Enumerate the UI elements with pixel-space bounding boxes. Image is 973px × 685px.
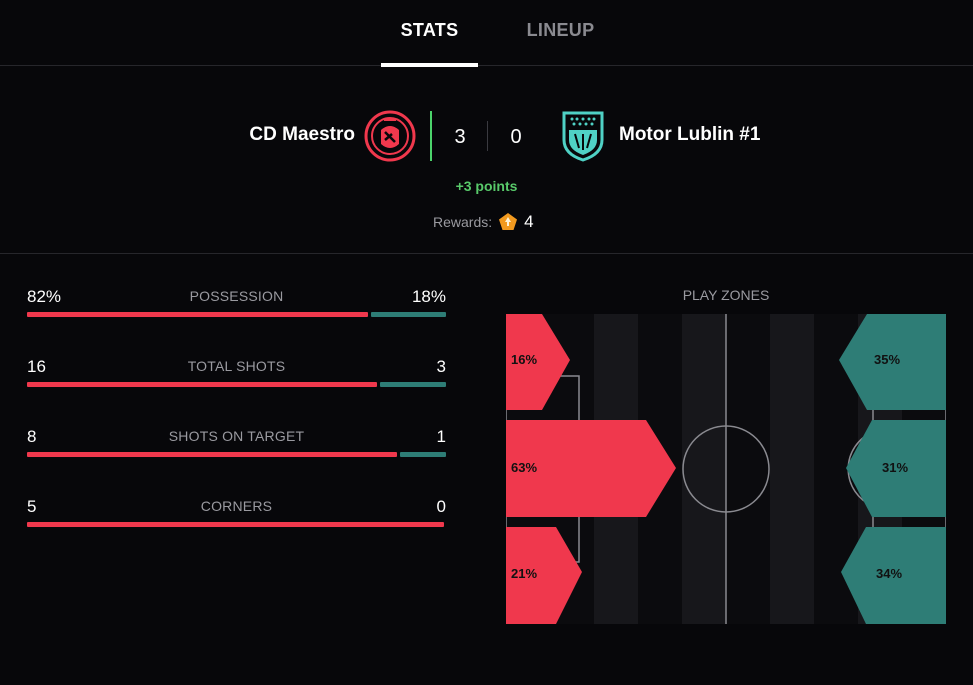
stat-row-possession: 82% POSSESSION 18%: [27, 287, 446, 327]
stat-label: POSSESSION: [189, 288, 284, 304]
away-zone-bottom-label: 34%: [876, 566, 902, 581]
stat-bar-away: [400, 452, 446, 457]
stat-row-total-shots: 16 TOTAL SHOTS 3: [27, 357, 446, 397]
tab-stats[interactable]: STATS: [381, 20, 478, 67]
shield-crest-icon: [562, 111, 604, 162]
stat-bar-away: [380, 382, 446, 387]
play-zones-pitch: 16% 63% 21% 35% 31% 34%: [506, 314, 946, 624]
stat-away-value: 0: [436, 497, 446, 516]
play-zones-title: PLAY ZONES: [682, 287, 770, 303]
stat-away-value: 3: [436, 357, 446, 376]
home-zone-middle-label: 63%: [511, 460, 537, 475]
stat-row-corners: 5 CORNERS 0: [27, 497, 446, 537]
home-zone-bottom-label: 21%: [511, 566, 537, 581]
section-divider: [0, 253, 973, 254]
away-zone-top-label: 35%: [874, 352, 900, 367]
stat-away-value: 1: [436, 427, 446, 446]
stat-bar-home: [27, 312, 368, 317]
stat-bar-home: [27, 522, 444, 527]
away-zone-middle-label: 31%: [882, 460, 908, 475]
stat-bar: [27, 452, 446, 457]
home-zone-top-label: 16%: [511, 352, 537, 367]
stat-label: CORNERS: [200, 498, 273, 514]
rewards-row: Rewards: 4: [433, 212, 534, 232]
home-team-name[interactable]: CD Maestro: [249, 124, 355, 146]
stat-label: SHOTS ON TARGET: [168, 428, 305, 444]
rewards-label: Rewards:: [433, 214, 493, 230]
stat-bar: [27, 382, 446, 387]
points-earned: +3 points: [455, 178, 518, 194]
away-team-name[interactable]: Motor Lublin #1: [619, 124, 760, 146]
stat-bar: [27, 312, 446, 317]
stat-bar-home: [27, 382, 377, 387]
maestro-crest-icon: [364, 110, 416, 162]
pentagon-badge-icon: [499, 213, 518, 230]
stat-row-shots-on-target: 8 SHOTS ON TARGET 1: [27, 427, 446, 467]
score-divider: [487, 121, 488, 151]
rewards-count: 4: [524, 212, 534, 231]
stat-bar-away: [371, 312, 446, 317]
home-score: 3: [454, 126, 466, 148]
away-score: 0: [510, 126, 522, 148]
stat-bar: [27, 522, 446, 527]
stat-bar-home: [27, 452, 397, 457]
tab-lineup[interactable]: LINEUP: [512, 20, 609, 66]
stat-label: TOTAL SHOTS: [187, 358, 286, 374]
stat-away-value: 18%: [411, 287, 446, 306]
winner-indicator: [430, 111, 432, 161]
tab-bar: STATS LINEUP: [0, 0, 973, 67]
